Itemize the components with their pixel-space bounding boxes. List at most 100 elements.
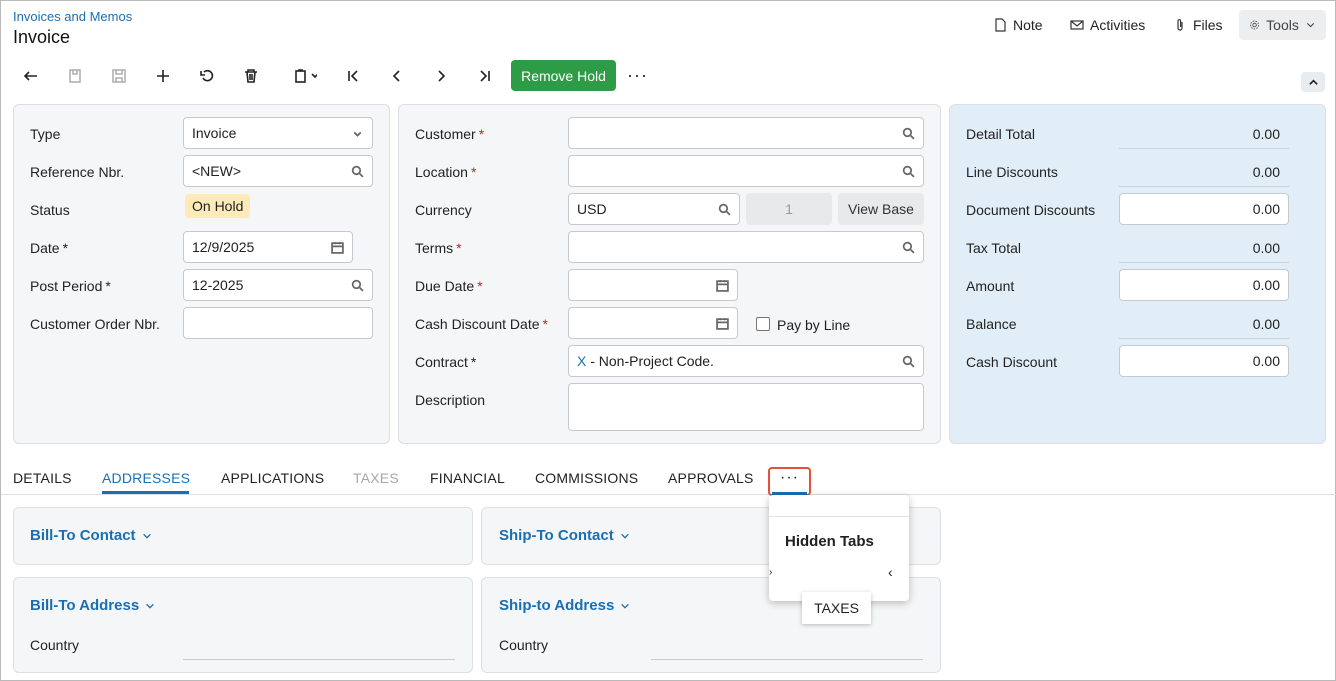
due-date-input[interactable] [568,269,738,301]
tab-taxes: TAXES [353,470,399,486]
cash-discount-date-input[interactable] [568,307,738,339]
post-period-input[interactable]: 12-2025 [183,269,373,301]
post-period-label: Post Period * [30,278,111,294]
pay-by-line-label: Pay by Line [777,317,851,333]
search-icon [902,241,915,254]
bill-country-label: Country [30,637,80,653]
next-record-button[interactable] [426,61,456,91]
currency-label: Currency [415,202,472,218]
contract-label: Contract * [415,354,477,370]
type-label: Type [30,126,61,142]
chevron-up-icon [1308,78,1318,85]
search-icon [351,165,364,178]
back-arrow-icon [23,71,37,81]
customer-input[interactable] [568,117,924,149]
view-base-button[interactable]: View Base [838,193,924,225]
divider [1119,148,1289,149]
cash-discount-label: Cash Discount [966,354,1058,370]
search-icon [902,355,915,368]
first-record-button[interactable] [338,61,368,91]
cash-discount-date-label: Cash Discount Date * [415,316,548,332]
contract-label-text: Contract [415,354,468,370]
activities-button[interactable]: Activities [1070,10,1145,40]
copy-paste-button[interactable] [282,61,322,91]
note-label: Note [1013,17,1043,33]
tools-button[interactable]: Tools [1239,10,1326,40]
pay-by-line-checkbox[interactable] [756,317,770,331]
collapse-button[interactable] [1301,72,1325,92]
tab-applications[interactable]: APPLICATIONS [221,470,324,486]
bill-to-address-header[interactable]: Bill-To Address [30,597,155,614]
chevron-down-icon [620,533,629,539]
paperclip-icon [1177,19,1183,31]
active-tab-indicator [102,491,189,494]
tab-divider [1,494,1336,495]
due-date-label-text: Due Date [415,278,475,294]
description-textarea[interactable] [568,383,924,431]
breadcrumb[interactable]: Invoices and Memos [13,9,132,24]
note-button[interactable]: Note [993,10,1043,40]
tab-financial[interactable]: FINANCIAL [430,470,505,486]
chevron-down-icon [142,533,151,539]
bill-country-input[interactable] [183,659,455,660]
note-icon [995,18,1006,32]
customer-order-input[interactable] [183,307,373,339]
last-record-button[interactable] [470,61,500,91]
clipboard-icon [295,69,317,83]
calendar-icon [716,317,729,330]
chevron-left-icon [392,70,400,82]
customer-order-label: Customer Order Nbr. [30,316,160,332]
post-period-value: 12-2025 [192,277,244,293]
hidden-tab-taxes[interactable]: TAXES [802,592,871,624]
chevron-left-icon: ‹ [888,564,893,580]
search-icon [902,127,915,140]
tab-details[interactable]: DETAILS [13,470,72,486]
delete-button[interactable] [236,61,266,91]
chevron-down-icon [353,131,362,137]
undo-button[interactable] [192,61,222,91]
back-button[interactable] [16,61,46,91]
date-input[interactable]: 12/9/2025 [183,231,353,263]
chevron-down-icon [1306,23,1315,28]
currency-rate-field: 1 [746,193,832,225]
post-period-label-text: Post Period [30,278,103,294]
divider [1119,262,1289,263]
ship-to-address-header[interactable]: Ship-to Address [499,597,630,614]
tab-approvals[interactable]: APPROVALS [668,470,754,486]
undo-icon [200,69,214,82]
currency-input[interactable]: USD [568,193,740,225]
contract-code-link[interactable]: X [577,353,586,369]
location-label-text: Location [415,164,468,180]
reference-value: <NEW> [192,163,242,179]
bill-to-contact-title: Bill-To Contact [30,527,136,544]
remove-hold-button[interactable]: Remove Hold [511,60,616,91]
plus-icon [157,70,169,82]
tab-commissions[interactable]: COMMISSIONS [535,470,638,486]
bill-to-contact-header[interactable]: Bill-To Contact [30,527,152,544]
save-button[interactable] [104,61,134,91]
type-select[interactable]: Invoice [183,117,373,149]
divider [1119,338,1289,339]
cash-discount-input[interactable]: 0.00 [1119,345,1289,377]
tab-addresses[interactable]: ADDRESSES [102,470,190,486]
ship-country-label: Country [499,637,549,653]
contract-input[interactable]: X - Non-Project Code. [568,345,924,377]
document-discounts-input[interactable]: 0.00 [1119,193,1289,225]
previous-record-button[interactable] [382,61,412,91]
ship-to-contact-header[interactable]: Ship-To Contact [499,527,630,544]
files-button[interactable]: Files [1173,10,1223,40]
date-label-text: Date [30,240,60,256]
save-close-button[interactable] [60,61,90,91]
ship-country-input[interactable] [651,659,923,660]
location-input[interactable] [568,155,924,187]
contract-value: - Non-Project Code. [586,353,714,369]
reference-input[interactable]: <NEW> [183,155,373,187]
add-button[interactable] [148,61,178,91]
terms-input[interactable] [568,231,924,263]
activities-label: Activities [1090,17,1146,33]
document-discounts-label: Document Discounts [966,202,1096,218]
amount-input[interactable]: 0.00 [1119,269,1289,301]
detail-total-value: 0.00 [1252,126,1280,142]
popup-divider [769,516,909,517]
more-actions-button[interactable]: ··· [627,65,648,86]
